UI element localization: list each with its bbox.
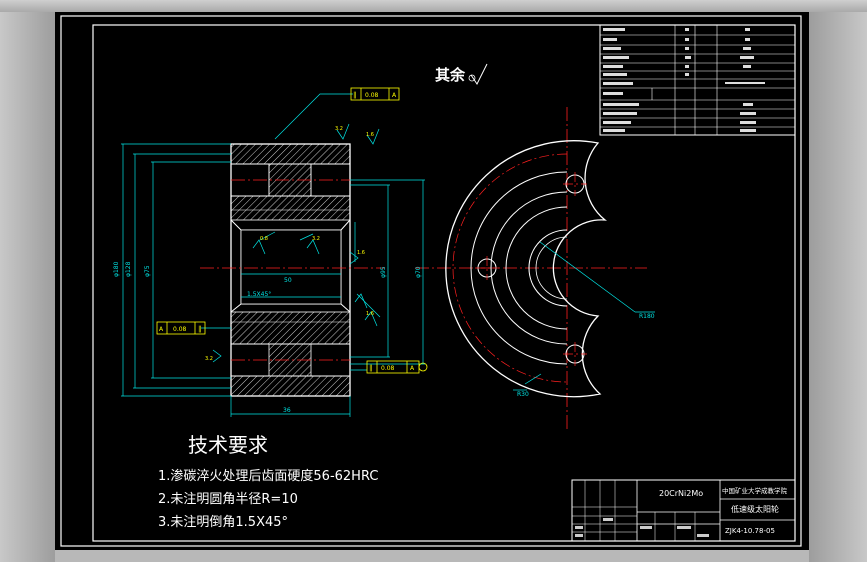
title-part-name: 低速级太阳轮 (731, 504, 779, 514)
surface-roughness-note: 其余 (435, 66, 466, 84)
dim-label-7: 1.5X45° (247, 291, 271, 298)
roughness-mark-2: 0.8 (260, 236, 268, 242)
roughness-mark-5: 3.2 (205, 356, 213, 362)
tolerance-right-symbol: ∥ (369, 364, 373, 372)
roughness-mark-0: 3.2 (335, 126, 343, 132)
technical-requirements: 技术要求 1.渗碳淬火处理后齿面硬度56-62HRC 2.未注明圆角半径R=10… (158, 433, 378, 530)
dim-label-6: 36 (283, 407, 291, 414)
cad-viewer-window: 其余 φ180 φ128 φ75 φ95 φ70 50 36 1.5X45° R… (0, 0, 867, 562)
tolerance-top-datum: A (392, 92, 397, 99)
tolerance-frame-right: ∥ 0.08 A (366, 360, 428, 374)
tolerance-right-datum: A (410, 365, 415, 372)
drawing-svg: 其余 φ180 φ128 φ75 φ95 φ70 50 36 1.5X45° R… (60, 15, 802, 547)
gear-parameter-table (599, 24, 796, 136)
tolerance-top-symbol: ∥ (353, 91, 357, 99)
sheet-border-outer (60, 15, 802, 547)
tolerance-left-value: 0.08 (173, 326, 187, 333)
tolerance-frame-left: A 0.08 ∥ (156, 321, 206, 335)
dim-label-5: 50 (284, 277, 292, 284)
dim-label-4: φ70 (415, 266, 422, 278)
tolerance-frame-top: ∥ 0.08 A (350, 87, 400, 101)
dim-label-8: R180 (639, 313, 655, 320)
title-school: 中国矿业大学成教学院 (722, 486, 788, 495)
window-right-margin (809, 12, 867, 562)
window-top-bar (0, 0, 867, 12)
title-drawing-number: ZJK4-10.78-05 (725, 527, 775, 535)
title-material: 20CrNi2Mo (659, 489, 703, 498)
title-block: 20CrNi2Mo 中国矿业大学成教学院 低速级太阳轮 ZJK4-10.78-0… (571, 479, 796, 542)
dim-label-9: R30 (517, 391, 529, 398)
dim-label-1: φ128 (125, 261, 132, 277)
tech-req-item-2: 2.未注明圆角半径R=10 (158, 492, 298, 507)
roughness-mark-1: 1.6 (366, 132, 374, 138)
dim-label-0: φ180 (113, 261, 120, 277)
tech-req-item-1: 1.渗碳淬火处理后齿面硬度56-62HRC (158, 468, 378, 484)
sheet-border-inner (92, 24, 796, 542)
tolerance-left-symbol: ∥ (198, 325, 202, 333)
section-view (230, 143, 351, 397)
roughness-mark-3: 3.2 (312, 236, 320, 242)
tech-req-heading: 技术要求 (188, 433, 268, 457)
roughness-mark-4: 1.6 (357, 250, 365, 256)
tolerance-right-value: 0.08 (381, 365, 395, 372)
drawing-canvas[interactable]: 其余 φ180 φ128 φ75 φ95 φ70 50 36 1.5X45° R… (55, 12, 809, 550)
dim-label-2: φ75 (144, 265, 151, 277)
tech-req-item-3: 3.未注明倒角1.5X45° (158, 515, 288, 530)
dim-label-3: φ95 (380, 266, 387, 278)
roughness-mark-6: 1.6 (366, 311, 374, 317)
window-left-margin (0, 12, 55, 562)
tolerance-top-value: 0.08 (365, 92, 379, 99)
front-view (445, 140, 608, 398)
datum-label-left: A (159, 326, 164, 333)
